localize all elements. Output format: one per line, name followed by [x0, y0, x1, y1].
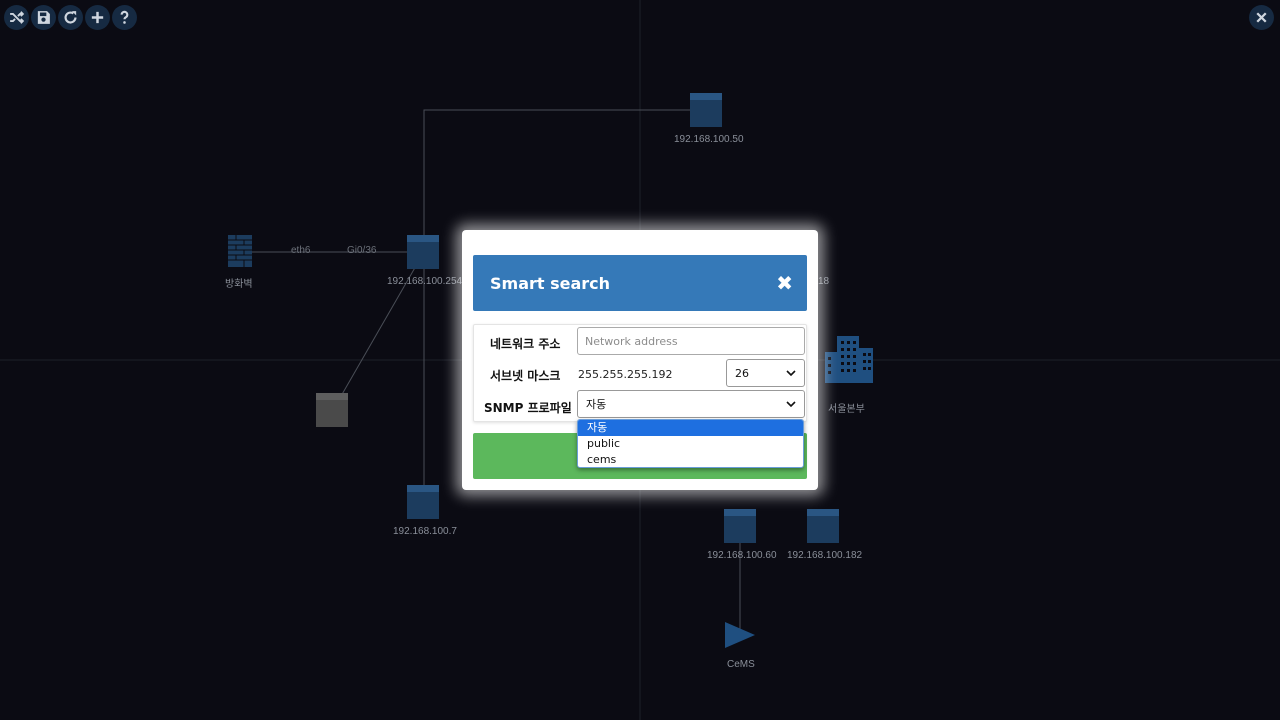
snmp-select-value: 자동: [586, 398, 607, 411]
node-label: 18: [818, 276, 830, 287]
node-label: 192.168.100.7: [393, 526, 457, 537]
toolbar: [4, 5, 137, 30]
network-address-input[interactable]: [577, 327, 805, 355]
snmp-profile-label: SNMP 프로파일: [484, 401, 572, 415]
save-icon[interactable]: [31, 5, 56, 30]
node-label: 서울본부: [828, 404, 865, 415]
switch-node[interactable]: [724, 509, 756, 543]
switch-node[interactable]: [407, 485, 439, 519]
chevron-down-icon: [786, 401, 796, 408]
node-label: 방화벽: [225, 279, 253, 290]
plus-icon[interactable]: [85, 5, 110, 30]
prefix-select[interactable]: 26: [726, 359, 805, 387]
snmp-option[interactable]: 자동: [578, 420, 803, 436]
network-address-label: 네트워크 주소: [490, 337, 561, 351]
node-label: 192.168.100.182: [787, 550, 863, 561]
subnet-mask-label: 서브넷 마스크: [490, 369, 561, 383]
building-node[interactable]: [825, 336, 873, 383]
firewall-node[interactable]: [228, 235, 252, 267]
snmp-option[interactable]: public: [578, 436, 803, 452]
link-label-gi: Gi0/36: [347, 245, 377, 256]
shuffle-icon[interactable]: [4, 5, 29, 30]
modal-close-button[interactable]: ✖: [776, 273, 793, 293]
refresh-icon[interactable]: [58, 5, 83, 30]
node-label: 192.168.100.60: [707, 550, 777, 561]
search-form: 네트워크 주소 서브넷 마스크 255.255.255.192 26 SNMP …: [473, 324, 807, 422]
smart-search-modal: Smart search ✖ 네트워크 주소 서브넷 마스크 255.255.2…: [462, 230, 818, 490]
snmp-option[interactable]: cems: [578, 452, 803, 467]
prefix-select-value: 26: [735, 366, 749, 380]
node-label: CeMS: [727, 659, 755, 670]
help-icon[interactable]: [112, 5, 137, 30]
switch-node[interactable]: [807, 509, 839, 543]
snmp-profile-dropdown[interactable]: 자동 public cems: [577, 419, 804, 468]
node-label: 192.168.100.50: [674, 134, 744, 145]
close-icon[interactable]: [1249, 5, 1274, 30]
link-label-eth: eth6: [291, 245, 311, 256]
unknown-device-node[interactable]: [316, 393, 348, 427]
switch-node[interactable]: [690, 93, 722, 127]
modal-title: Smart search: [490, 273, 611, 293]
snmp-profile-select[interactable]: 자동: [577, 390, 805, 418]
subnet-mask-value: 255.255.255.192: [578, 368, 673, 381]
chevron-down-icon: [786, 370, 796, 377]
modal-header: Smart search ✖: [473, 255, 807, 311]
node-label: 192.168.100.254: [387, 276, 463, 287]
core-switch-node[interactable]: [407, 235, 439, 269]
